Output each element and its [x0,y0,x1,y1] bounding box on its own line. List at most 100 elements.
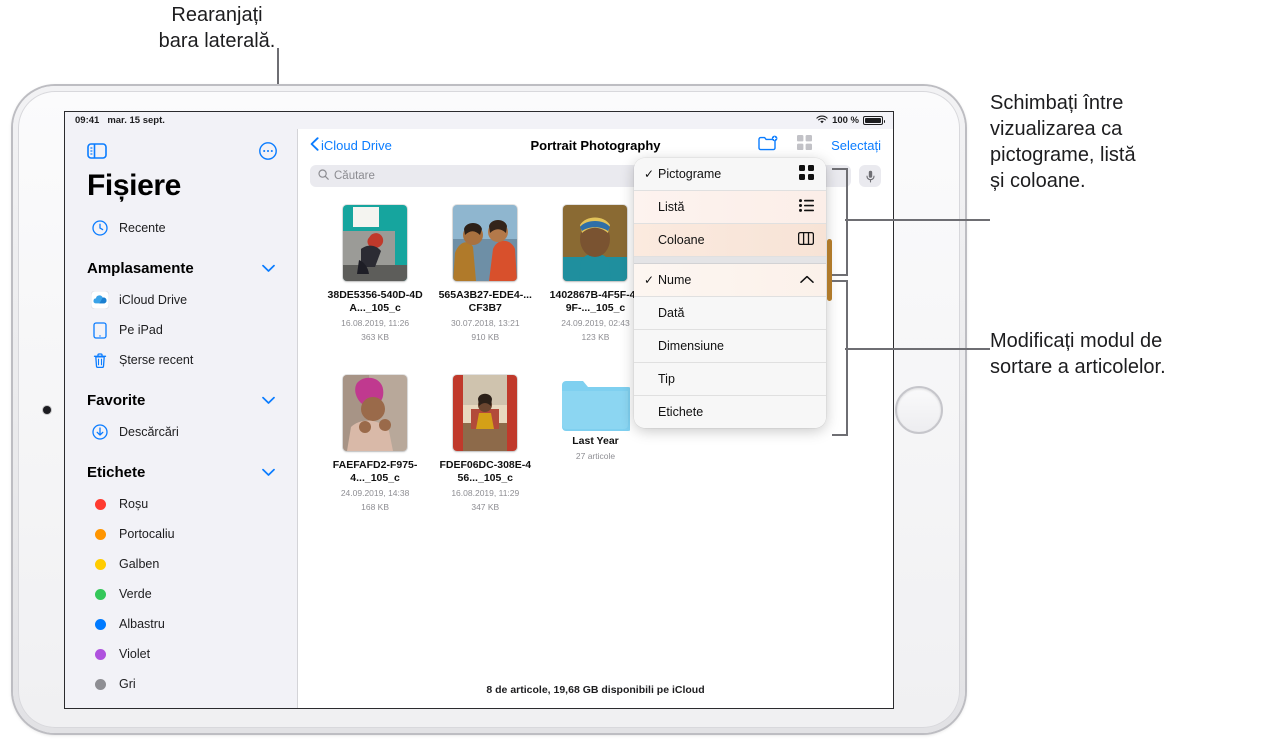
select-button[interactable]: Selectați [831,138,881,153]
sidebar-section-favorite[interactable]: Favorite [65,383,297,417]
ipad-device-frame: 09:41 mar. 15 sept. 100 % Fișiere Recent… [13,86,965,733]
sidebar-item-tag-portocaliu[interactable]: Portocaliu [65,519,297,549]
sidebar-item-tag-violet[interactable]: Violet [65,639,297,669]
columns-icon [797,231,815,248]
file-date: 16.08.2019, 11:26 [341,318,410,328]
back-button-label: iCloud Drive [321,137,392,153]
sidebar-item-label: Violet [119,647,151,661]
search-placeholder: Căutare [334,170,375,182]
menu-item-lista[interactable]: Listă [634,191,826,224]
file-name: FAEFAFD2-F975-4..._105_c [332,459,418,484]
battery-icon [863,116,885,125]
sidebar-item-pe-ipad[interactable]: Pe iPad [65,315,297,345]
file-size: 910 KB [471,332,500,342]
chevron-left-icon [310,136,319,154]
menu-item-data[interactable]: Dată [634,297,826,330]
sidebar-item-icloud-drive[interactable]: iCloud Drive [65,285,297,315]
menu-item-label: Etichete [658,405,704,419]
chevron-down-icon[interactable] [262,464,275,481]
ipad-icon [91,321,109,339]
file-name: 1402867B-4F5F-489F-..._105_c [549,289,642,314]
home-button[interactable] [895,385,943,434]
sidebar-item-tag-gri[interactable]: Gri [65,669,297,699]
tag-dot-icon [91,645,109,663]
menu-item-label: Dimensiune [658,339,725,353]
bracket-connector-view [845,219,967,221]
callout-leader-right-bottom [966,348,990,350]
folder-item[interactable]: Last Year 27 articole [542,375,648,545]
menu-item-tip[interactable]: Tip [634,363,826,396]
bracket-connector-sort [845,348,967,350]
sidebar-item-descarcari[interactable]: Descărcări [65,417,297,447]
sidebar-item-tag-verde[interactable]: Verde [65,579,297,609]
new-folder-icon[interactable] [758,135,778,156]
menu-item-label: Coloane [658,233,705,247]
sidebar-item-tag-albastru[interactable]: Albastru [65,609,297,639]
file-item[interactable]: 38DE5356-540D-4DA..._105_c 16.08.2019, 1… [322,205,428,375]
sidebar-item-recente[interactable]: Recente [65,213,297,243]
page-title: Fișiere [87,169,181,202]
file-thumbnail [563,205,628,281]
menu-item-coloane[interactable]: Coloane [634,224,826,257]
file-item[interactable]: FDEF06DC-308E-456..._105_c 16.08.2019, 1… [432,375,538,545]
file-date: 16.08.2019, 11:29 [451,488,520,498]
file-size: 363 KB [361,332,390,342]
sidebar-item-tag-rosu[interactable]: Roșu [65,489,297,519]
content-area: iCloud Drive Portrait Photography Select… [298,129,893,708]
tag-dot-icon [91,585,109,603]
file-item[interactable]: 1402867B-4F5F-489F-..._105_c 24.09.2019,… [542,205,648,375]
more-options-icon[interactable] [259,142,277,160]
grid-view-icon[interactable] [796,134,813,156]
menu-item-nume[interactable]: ✓ Nume [634,264,826,297]
file-thumbnail [453,205,518,281]
file-item[interactable]: FAEFAFD2-F975-4..._105_c 24.09.2019, 14:… [322,375,428,545]
microphone-icon[interactable] [859,165,881,187]
sidebar-item-label: Șterse recent [119,353,194,367]
file-item[interactable]: 565A3B27-EDE4-...CF3B7 30.07.2018, 13:21… [432,205,538,375]
tag-dot-icon [91,675,109,693]
file-thumbnail [343,205,408,281]
wifi-icon [816,115,828,127]
menu-separator [634,257,826,264]
sidebar-toggle-icon[interactable] [87,143,107,159]
sidebar-section-label: Etichete [87,463,146,481]
folder-count: 27 articole [575,451,616,461]
menu-scroll-indicator[interactable] [827,239,832,301]
navigation-bar: iCloud Drive Portrait Photography Select… [298,129,893,161]
sidebar-item-label: Albastru [119,617,165,631]
ipad-screen: 09:41 mar. 15 sept. 100 % Fișiere Recent… [65,112,893,708]
download-icon [91,423,109,441]
folder-icon [560,375,631,431]
sidebar-item-label: Descărcări [119,425,179,439]
sidebar-section-etichete[interactable]: Etichete [65,455,297,489]
sidebar-item-sterse-recent[interactable]: Șterse recent [65,345,297,375]
callout-bracket-view [832,168,848,276]
sidebar-item-label: Pe iPad [119,323,163,337]
list-icon [799,199,814,215]
file-thumbnail [453,375,518,451]
status-footer: 8 de articole, 19,68 GB disponibili pe i… [486,684,705,696]
checkmark-icon: ✓ [644,167,655,181]
chevron-up-icon [800,273,814,287]
tag-dot-icon [91,495,109,513]
file-date: 24.09.2019, 14:38 [340,488,410,498]
menu-item-pictograme[interactable]: ✓ Pictograme [634,158,826,191]
file-date: 30.07.2018, 13:21 [451,318,520,328]
file-size: 123 KB [581,332,610,342]
file-name: 565A3B27-EDE4-...CF3B7 [438,289,532,314]
sidebar-section-label: Favorite [87,391,146,409]
sidebar-item-tag-galben[interactable]: Galben [65,549,297,579]
chevron-down-icon[interactable] [262,392,275,409]
sidebar-section-amplasamente[interactable]: Amplasamente [65,251,297,285]
chevron-down-icon[interactable] [262,260,275,277]
menu-item-etichete[interactable]: Etichete [634,396,826,428]
sidebar-item-label: Galben [119,557,160,571]
sidebar-item-label: Portocaliu [119,527,175,541]
clock-icon [91,219,109,237]
front-camera-icon [43,405,51,414]
sidebar-section-label: Amplasamente [87,259,194,277]
back-button-icloud-drive[interactable]: iCloud Drive [310,136,392,154]
menu-item-dimensiune[interactable]: Dimensiune [634,330,826,363]
callout-change-sort: Modificați modul de sortare a articolelo… [990,330,1166,378]
battery-percent: 100 % [832,115,859,126]
